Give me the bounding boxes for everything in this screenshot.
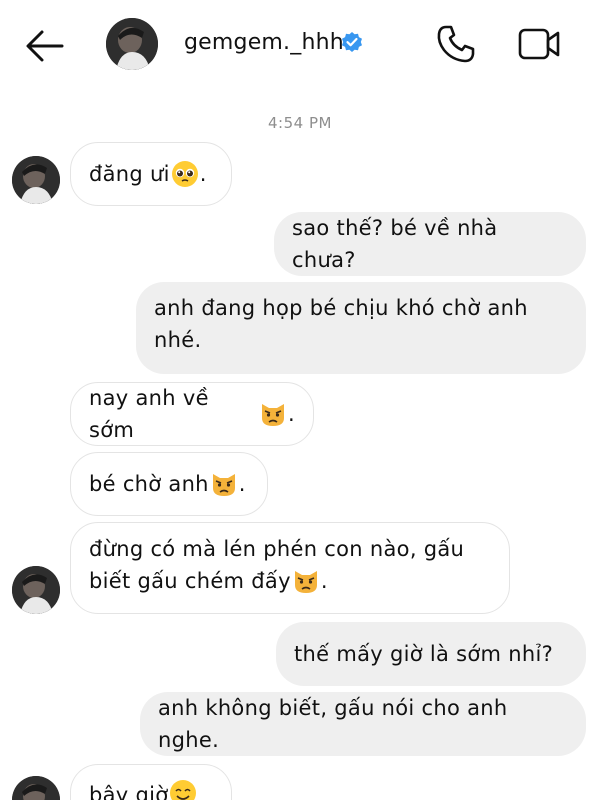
message-bubble-incoming[interactable]: nay anh về sớm . [70, 382, 314, 446]
message-text: nay anh về sớm [89, 386, 209, 442]
message-text-line-2: nhé. [154, 328, 202, 352]
pleading-face-emoji-icon [171, 160, 199, 188]
message-text-line-1: anh đang họp bé chịu khó chờ anh [154, 296, 528, 320]
message-bubble-outgoing[interactable]: thế mấy giờ là sớm nhỉ? [276, 622, 586, 686]
message-text-suffix: . [320, 569, 328, 593]
message-bubble-incoming[interactable]: đừng có mà lén phén con nào, gấu biết gấ… [70, 522, 510, 614]
message-text-line-2: biết gấu chém đấy [89, 569, 291, 593]
chat-header: gemgem._hhh [0, 0, 600, 92]
message-bubble-incoming[interactable]: bây giờ [70, 764, 232, 800]
pouting-cat-emoji-icon [210, 470, 238, 498]
message-text: sao thế? bé về nhà chưa? [292, 216, 498, 272]
video-call-icon[interactable] [516, 24, 564, 64]
message-bubble-outgoing[interactable]: anh không biết, gấu nói cho anh nghe. [140, 692, 586, 756]
message-text-line-1: đừng có mà lén phén con nào, gấu [89, 537, 465, 561]
message-bubble-incoming[interactable]: bé chờ anh . [70, 452, 268, 516]
pouting-cat-emoji-icon [259, 400, 287, 428]
message-text: bây giờ [89, 783, 169, 800]
back-arrow-icon[interactable] [22, 26, 68, 66]
message-text: anh không biết, gấu nói cho anh nghe. [158, 696, 508, 752]
message-text: đăng ưi [89, 162, 170, 186]
avatar[interactable] [12, 776, 60, 800]
message-text-line-2-row: biết gấu chém đấy . [89, 565, 328, 597]
message-text-suffix: . [238, 472, 246, 496]
username[interactable]: gemgem._hhh [184, 30, 344, 55]
message-bubble-outgoing[interactable]: sao thế? bé về nhà chưa? [274, 212, 586, 276]
avatar[interactable] [106, 18, 158, 70]
phone-call-icon[interactable] [434, 22, 478, 66]
avatar[interactable] [12, 156, 60, 204]
smiling-face-emoji-icon [169, 779, 197, 800]
message-text-suffix: . [288, 402, 295, 426]
message-bubble-outgoing[interactable]: anh đang họp bé chịu khó chờ anh nhé. [136, 282, 586, 374]
message-text: bé chờ anh [89, 472, 209, 496]
message-text: thế mấy giờ là sớm nhỉ? [294, 642, 554, 666]
avatar[interactable] [12, 566, 60, 614]
message-bubble-incoming[interactable]: đăng ưi . [70, 142, 232, 206]
pouting-cat-emoji-icon [292, 567, 320, 595]
message-text-suffix: . [199, 162, 207, 186]
message-timestamp: 4:54 PM [268, 114, 332, 132]
verified-badge-icon [340, 31, 364, 55]
